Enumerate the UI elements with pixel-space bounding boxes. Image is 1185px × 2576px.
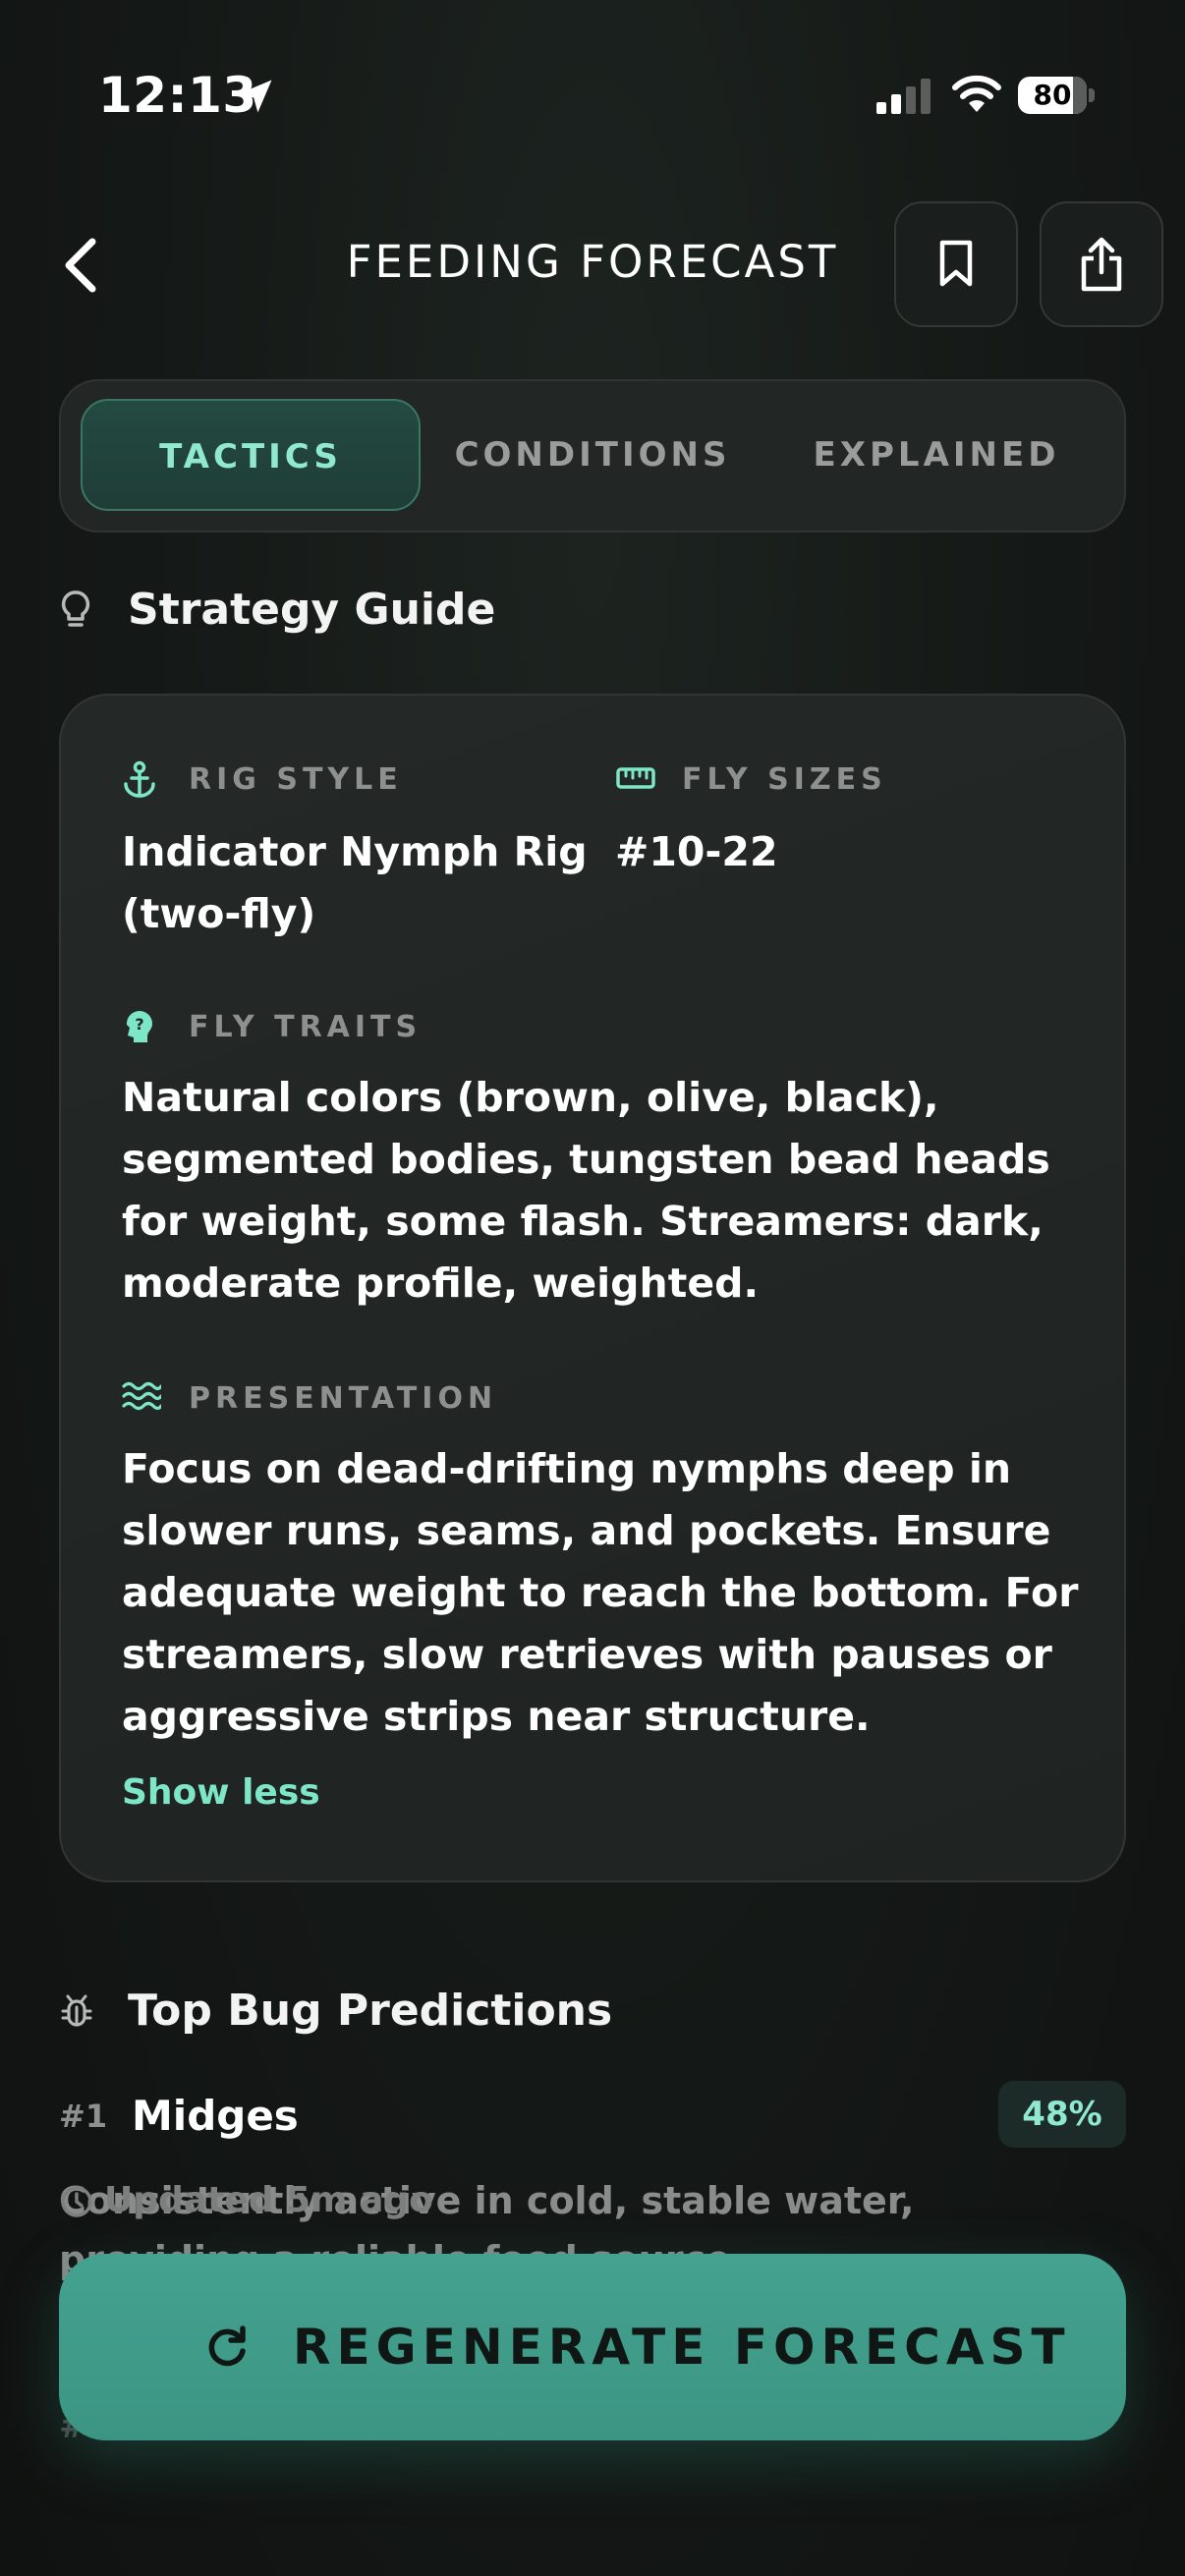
bookmark-icon bbox=[939, 240, 973, 287]
tab-bar: TACTICS CONDITIONS EXPLAINED bbox=[59, 379, 1126, 532]
strategy-guide-title: Strategy Guide bbox=[128, 585, 496, 635]
refresh-icon bbox=[208, 2325, 246, 2367]
bug-name: Midges bbox=[132, 2092, 299, 2140]
page-title: FEEDING FORECAST bbox=[346, 236, 839, 288]
bookmark-button[interactable] bbox=[894, 201, 1018, 327]
updated-text: Updated 5m ago bbox=[104, 2180, 433, 2220]
tab-conditions[interactable]: CONDITIONS bbox=[421, 399, 764, 511]
updated-timestamp: Updated 5m ago bbox=[59, 2171, 433, 2230]
clock-icon bbox=[61, 2186, 92, 2217]
tab-explained[interactable]: EXPLAINED bbox=[764, 399, 1108, 511]
share-button[interactable] bbox=[1040, 201, 1163, 327]
rig-style-label: RIG STYLE bbox=[189, 762, 403, 797]
strategy-card: RIG STYLE Indicator Nymph Rig (two-fly) … bbox=[59, 694, 1126, 1882]
ruler-icon bbox=[616, 767, 655, 789]
wifi-icon bbox=[952, 75, 1001, 112]
tab-tactics[interactable]: TACTICS bbox=[81, 399, 421, 511]
share-icon bbox=[1081, 237, 1122, 292]
bug-rank: #1 bbox=[59, 2098, 108, 2135]
battery-percent: 80 bbox=[1033, 79, 1072, 111]
fly-traits-label: FLY TRAITS bbox=[189, 1010, 423, 1044]
presentation-label: PRESENTATION bbox=[189, 1381, 498, 1416]
back-button[interactable] bbox=[55, 226, 114, 305]
location-arrow-icon bbox=[239, 80, 272, 113]
chevron-left-icon bbox=[65, 238, 96, 293]
svg-text:?: ? bbox=[135, 1015, 143, 1034]
lightbulb-icon bbox=[61, 590, 90, 627]
cellular-signal-icon bbox=[876, 79, 931, 114]
fly-sizes-value: #10-22 bbox=[615, 828, 778, 875]
bug-predictions-title: Top Bug Predictions bbox=[128, 1986, 613, 2036]
fly-traits-icon: ? bbox=[126, 1011, 152, 1042]
fly-sizes-label: FLY SIZES bbox=[682, 762, 887, 797]
status-bar: 12:13 80 bbox=[0, 0, 1185, 187]
presentation-value: Focus on dead-drifting nymphs deep in sl… bbox=[122, 1445, 1079, 1740]
battery-indicator: 80 bbox=[1018, 77, 1095, 114]
bug-icon bbox=[61, 1994, 92, 2027]
bug-percent-badge: 48% bbox=[998, 2081, 1126, 2148]
regenerate-forecast-label: REGENERATE FORECAST bbox=[293, 2319, 1071, 2376]
rig-style-value: Indicator Nymph Rig (two-fly) bbox=[122, 828, 588, 937]
show-less-link[interactable]: Show less bbox=[122, 1772, 320, 1813]
anchor-icon bbox=[124, 760, 155, 798]
regenerate-forecast-button[interactable]: REGENERATE FORECAST bbox=[59, 2254, 1126, 2440]
waves-icon bbox=[122, 1381, 161, 1411]
fly-traits-value: Natural colors (brown, olive, black), se… bbox=[122, 1074, 1050, 1307]
bug-prediction-item[interactable]: #1 Midges 48% bbox=[59, 2077, 1126, 2156]
